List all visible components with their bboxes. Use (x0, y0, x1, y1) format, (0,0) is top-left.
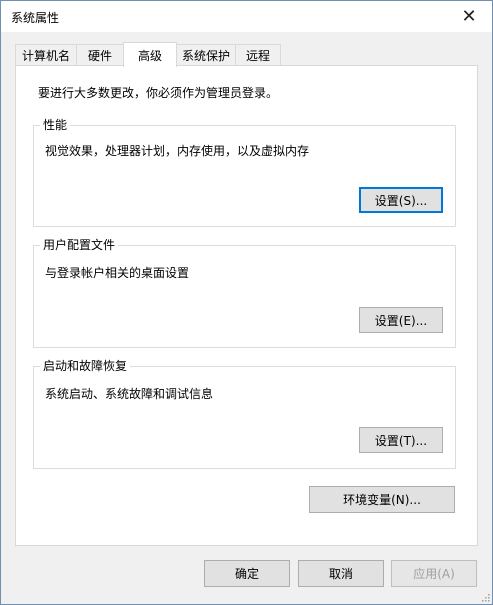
environment-variables-button[interactable]: 环境变量(N)... (309, 486, 455, 513)
startup-recovery-group-title: 启动和故障恢复 (40, 359, 131, 373)
performance-group-title: 性能 (40, 118, 71, 132)
tab-hardware[interactable]: 硬件 (76, 44, 124, 66)
resize-grip-icon[interactable] (480, 592, 490, 602)
ok-button[interactable]: 确定 (204, 560, 290, 587)
button-label: 取消 (328, 567, 353, 581)
startup-recovery-group: 启动和故障恢复 系统启动、系统故障和调试信息 设置(T)... (33, 359, 456, 469)
tab-label: 计算机名 (21, 49, 70, 63)
tab-label: 远程 (245, 49, 270, 63)
close-icon: ✕ (461, 5, 477, 27)
performance-settings-button[interactable]: 设置(S)... (359, 187, 443, 213)
user-profiles-description: 与登录帐户相关的桌面设置 (45, 266, 190, 280)
admin-notice: 要进行大多数更改，你必须作为管理员登录。 (38, 86, 279, 100)
tab-system-protection[interactable]: 系统保护 (176, 44, 236, 66)
button-label: 设置(E)... (374, 313, 428, 328)
close-button[interactable]: ✕ (446, 1, 492, 32)
button-label: 应用(A) (413, 567, 455, 581)
startup-recovery-settings-button[interactable]: 设置(T)... (359, 427, 443, 453)
tab-label: 硬件 (87, 49, 112, 63)
tab-advanced[interactable]: 高级 (123, 42, 177, 67)
system-properties-dialog: 系统属性 ✕ 计算机名 硬件 高级 系统保护 远程 要进行大多数更改，你必须作为… (0, 0, 493, 605)
advanced-tab-panel: 要进行大多数更改，你必须作为管理员登录。 性能 视觉效果，处理器计划，内存使用，… (15, 65, 478, 546)
cancel-button[interactable]: 取消 (298, 560, 384, 587)
button-label: 确定 (234, 567, 259, 581)
performance-group: 性能 视觉效果，处理器计划，内存使用，以及虚拟内存 设置(S)... (33, 118, 456, 227)
performance-description: 视觉效果，处理器计划，内存使用，以及虚拟内存 (45, 144, 310, 158)
window-title: 系统属性 (11, 11, 60, 25)
tab-label: 系统保护 (181, 49, 230, 63)
button-label: 环境变量(N)... (343, 493, 421, 507)
user-profiles-group-title: 用户配置文件 (40, 238, 119, 252)
tab-label: 高级 (137, 48, 162, 63)
button-label: 设置(T)... (374, 433, 428, 448)
user-profiles-settings-button[interactable]: 设置(E)... (359, 307, 443, 333)
tab-remote[interactable]: 远程 (235, 44, 281, 66)
title-bar[interactable]: 系统属性 ✕ (1, 1, 492, 32)
user-profiles-group: 用户配置文件 与登录帐户相关的桌面设置 设置(E)... (33, 238, 456, 348)
button-label: 设置(S)... (374, 193, 428, 208)
startup-recovery-description: 系统启动、系统故障和调试信息 (45, 387, 214, 401)
apply-button[interactable]: 应用(A) (391, 560, 477, 587)
tab-computer-name[interactable]: 计算机名 (15, 44, 77, 66)
